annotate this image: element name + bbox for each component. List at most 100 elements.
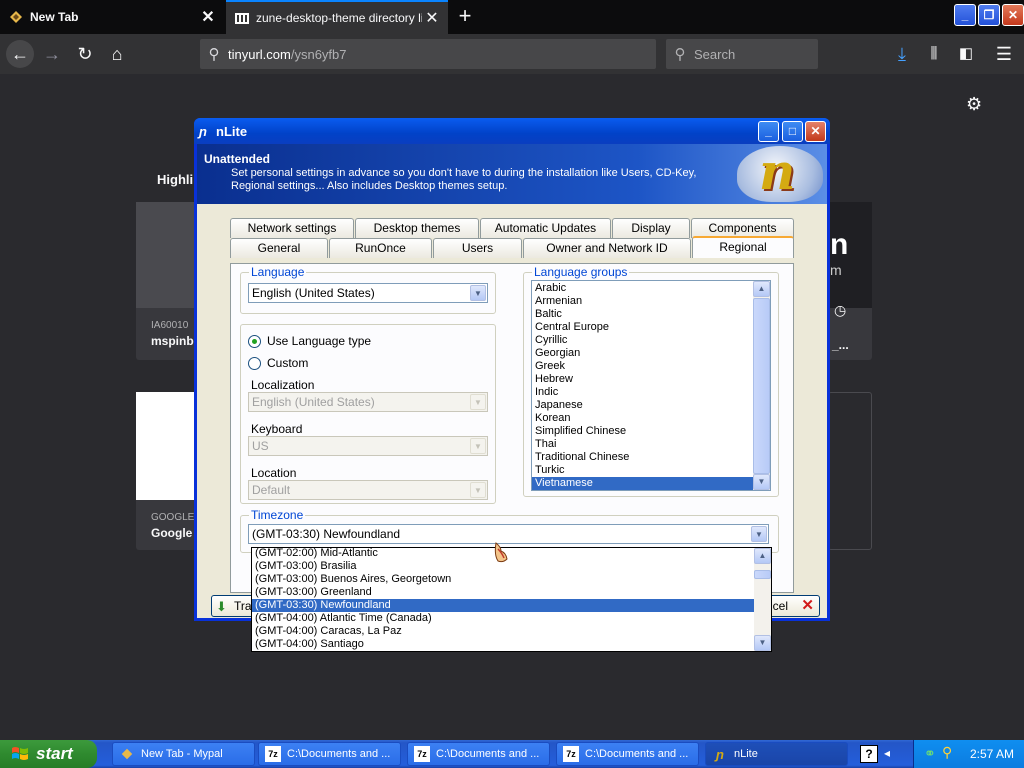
scrollbar[interactable]: ▲ ▼	[753, 281, 770, 490]
highlight-card[interactable]: n m ◷ _...	[828, 202, 872, 360]
list-item[interactable]: Korean	[532, 412, 753, 425]
list-item[interactable]: (GMT-04:00) Caracas, La Paz	[252, 625, 754, 638]
highlight-card[interactable]: IA60010 mspinb	[136, 202, 196, 360]
task-label: C:\Documents and ...	[436, 748, 540, 760]
sidebar-icon[interactable]: ◧	[952, 40, 980, 68]
forward-icon[interactable]: →	[38, 40, 66, 68]
taskbar-item-7zip[interactable]: 7z C:\Documents and ...	[258, 742, 401, 766]
list-item[interactable]: Thai	[532, 438, 753, 451]
search-input[interactable]: ⚲ Search	[666, 39, 818, 69]
tab-regional[interactable]: Regional	[692, 236, 794, 258]
task-label: New Tab - Mypal	[141, 748, 223, 760]
list-item[interactable]: Arabic	[532, 282, 753, 295]
group-label: Language groups	[532, 265, 630, 279]
card-partial-text: n	[830, 228, 849, 261]
card-partial-text: m	[830, 262, 842, 278]
maximize-icon[interactable]: □	[782, 121, 803, 142]
scrollbar-thumb[interactable]	[753, 298, 770, 474]
back-icon[interactable]: ←	[6, 40, 34, 68]
tab-automatic-updates[interactable]: Automatic Updates	[480, 218, 611, 238]
quick-launch-arrow-icon[interactable]: ◂	[884, 746, 890, 760]
scrollbar[interactable]: ▲ ▼	[754, 548, 771, 651]
tab-users[interactable]: Users	[433, 238, 522, 258]
reload-icon[interactable]: ↻	[71, 40, 99, 68]
list-item-selected[interactable]: (GMT-03:30) Newfoundland	[252, 599, 754, 612]
menu-icon[interactable]: ☰	[990, 40, 1018, 68]
list-item[interactable]: (GMT-04:00) Santiago	[252, 638, 754, 651]
chevron-up-icon[interactable]: ▲	[754, 548, 771, 564]
download-icon[interactable]: ⤓	[888, 40, 916, 68]
taskbar: start New Tab - Mypal 7z C:\Documents an…	[0, 740, 1024, 768]
list-item[interactable]: Baltic	[532, 308, 753, 321]
tab-display[interactable]: Display	[612, 218, 690, 238]
list-item[interactable]: Simplified Chinese	[532, 425, 753, 438]
chevron-down-icon: ▼	[470, 394, 486, 410]
taskbar-item-7zip[interactable]: 7z C:\Documents and ...	[407, 742, 550, 766]
mypal-icon	[119, 746, 135, 762]
gear-icon[interactable]: ⚙	[966, 94, 982, 115]
close-window-icon[interactable]: ✕	[805, 121, 826, 142]
language-groups-list[interactable]: Arabic Armenian Baltic Central Europe Cy…	[531, 280, 771, 491]
tab-desktop-themes[interactable]: Desktop themes	[355, 218, 479, 238]
scrollbar-thumb[interactable]	[754, 570, 771, 579]
taskbar-item-7zip[interactable]: 7z C:\Documents and ...	[556, 742, 699, 766]
list-item[interactable]: (GMT-03:00) Buenos Aires, Georgetown	[252, 573, 754, 586]
tab-general[interactable]: General	[230, 238, 328, 258]
system-tray: ⚭ ⚲ 2:57 AM	[913, 740, 1024, 768]
chevron-down-icon[interactable]: ▼	[751, 526, 767, 542]
chevron-down-icon[interactable]: ▼	[753, 474, 770, 490]
help-icon[interactable]: ?	[860, 745, 878, 763]
library-icon[interactable]: ⫼	[920, 40, 948, 68]
list-item[interactable]: Traditional Chinese	[532, 451, 753, 464]
banner-description: Set personal settings in advance so you …	[231, 167, 697, 192]
list-item[interactable]: Cyrillic	[532, 334, 753, 347]
list-item[interactable]: (GMT-04:00) Atlantic Time (Canada)	[252, 612, 754, 625]
home-icon[interactable]: ⌂	[103, 40, 131, 68]
tab-components[interactable]: Components	[691, 218, 794, 238]
chevron-down-icon[interactable]: ▼	[470, 285, 486, 301]
7zip-icon: 7z	[414, 746, 430, 762]
minimize-icon[interactable]: _	[954, 4, 976, 26]
list-item[interactable]: Turkic	[532, 464, 753, 477]
localization-value: English (United States)	[252, 395, 375, 409]
taskbar-item-nlite[interactable]: ɲ nLite	[705, 742, 848, 766]
magnifier-icon[interactable]: ⚲	[942, 744, 952, 761]
highlight-card[interactable]: GOOGLE Google	[136, 392, 196, 550]
new-tab-button[interactable]: +	[452, 4, 478, 30]
language-select[interactable]: English (United States) ▼	[248, 283, 488, 303]
chevron-up-icon[interactable]: ▲	[753, 281, 770, 297]
list-item[interactable]: Armenian	[532, 295, 753, 308]
start-button[interactable]: start	[0, 740, 97, 768]
network-icon[interactable]: ⚭	[924, 745, 936, 762]
close-tab-icon[interactable]: ✕	[198, 7, 218, 27]
list-item[interactable]: Central Europe	[532, 321, 753, 334]
url-bar[interactable]: ⚲ tinyurl.com/ysn6yfb7	[200, 39, 656, 69]
restore-icon[interactable]: ❐	[978, 4, 1000, 26]
nlite-titlebar[interactable]: ɲ nLite _ □ ✕	[194, 118, 830, 144]
banner: Unattended Set personal settings in adva…	[197, 142, 827, 204]
chevron-down-icon[interactable]: ▼	[754, 635, 771, 651]
list-item[interactable]: Japanese	[532, 399, 753, 412]
use-language-type-radio[interactable]: Use Language type	[248, 334, 371, 348]
browser-tab-bar: New Tab ✕ zune-desktop-theme directory l…	[0, 0, 1024, 34]
list-item[interactable]: Hebrew	[532, 373, 753, 386]
list-item[interactable]: Indic	[532, 386, 753, 399]
cursor-icon	[494, 542, 508, 563]
list-item[interactable]: Georgian	[532, 347, 753, 360]
task-label: nLite	[734, 748, 758, 760]
list-item[interactable]: (GMT-03:00) Greenland	[252, 586, 754, 599]
timezone-dropdown-list[interactable]: (GMT-02:00) Mid-Atlantic (GMT-03:00) Bra…	[251, 547, 772, 652]
tab-runonce[interactable]: RunOnce	[329, 238, 432, 258]
tab-zune-theme[interactable]: zune-desktop-theme directory list ✕	[226, 0, 448, 34]
tab-new-tab[interactable]: New Tab ✕	[0, 0, 224, 34]
close-window-icon[interactable]: ✕	[1002, 4, 1024, 26]
taskbar-item-mypal[interactable]: New Tab - Mypal	[112, 742, 255, 766]
close-tab-icon[interactable]: ✕	[422, 8, 442, 28]
tab-network-settings[interactable]: Network settings	[230, 218, 354, 238]
minimize-icon[interactable]: _	[758, 121, 779, 142]
chevron-down-icon: ▼	[470, 482, 486, 498]
tab-owner-network-id[interactable]: Owner and Network ID	[523, 238, 691, 258]
list-item[interactable]: Greek	[532, 360, 753, 373]
custom-radio[interactable]: Custom	[248, 356, 308, 370]
list-item-selected[interactable]: Vietnamese	[532, 477, 753, 490]
